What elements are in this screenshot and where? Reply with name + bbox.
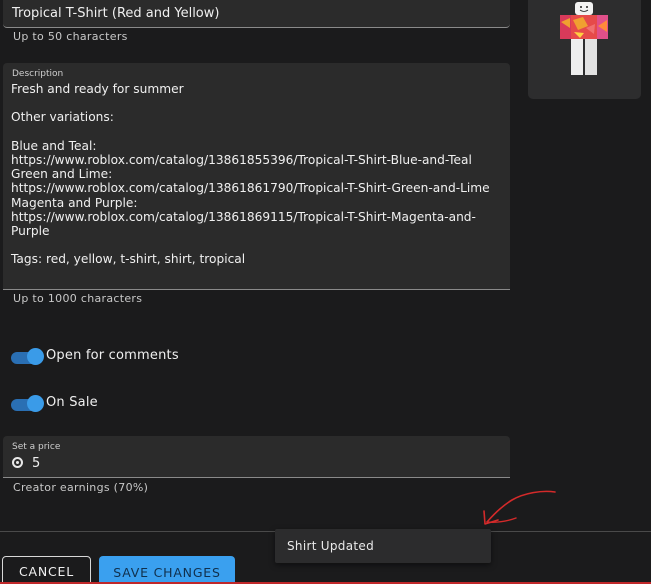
description-helper-text: Up to 1000 characters	[13, 292, 143, 305]
avatar-shirt-preview-icon	[560, 2, 608, 75]
price-label: Set a price	[12, 442, 61, 452]
comments-toggle-label: Open for comments	[46, 348, 179, 363]
description-field[interactable]: Description Fresh and ready for summer O…	[3, 63, 510, 290]
description-textarea[interactable]: Fresh and ready for summer Other variati…	[11, 82, 501, 267]
item-preview	[528, 0, 641, 99]
save-changes-button[interactable]: SAVE CHANGES	[99, 556, 235, 584]
on-sale-toggle-label: On Sale	[46, 395, 98, 410]
creator-earnings-text: Creator earnings (70%)	[13, 481, 149, 494]
on-sale-toggle-knob[interactable]	[27, 395, 44, 412]
price-input[interactable]: 5	[32, 456, 40, 471]
toast-notification: Shirt Updated	[275, 529, 491, 563]
price-field[interactable]: Set a price 5	[3, 436, 510, 478]
name-helper-text: Up to 50 characters	[13, 30, 128, 43]
toast-message: Shirt Updated	[287, 539, 374, 553]
comments-toggle-knob[interactable]	[27, 348, 44, 365]
annotation-arrow-icon	[483, 490, 556, 525]
cancel-button[interactable]: CANCEL	[2, 556, 91, 584]
description-label: Description	[12, 69, 64, 79]
item-name-value: Tropical T-Shirt (Red and Yellow)	[12, 6, 220, 21]
robux-icon	[12, 457, 23, 468]
item-name-field[interactable]: Tropical T-Shirt (Red and Yellow)	[3, 0, 510, 28]
